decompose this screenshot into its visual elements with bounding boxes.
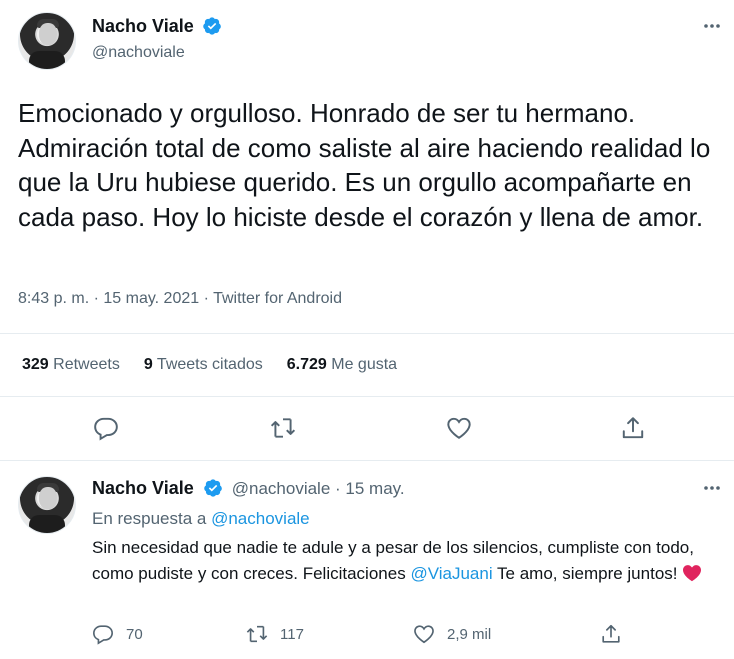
tweet-stats: 329 Retweets 9 Tweets citados 6.729 Me g… (22, 356, 421, 374)
retweets-stat[interactable]: 329 Retweets (22, 356, 120, 374)
quotes-count: 9 (143, 356, 153, 373)
share-icon (602, 624, 620, 643)
divider (0, 460, 734, 461)
retweet-action[interactable]: 117 (246, 623, 304, 645)
red-heart-icon (683, 564, 702, 581)
retweets-label: Retweets (53, 356, 120, 373)
reply-count: 70 (126, 625, 143, 643)
retweet-count: 117 (280, 625, 304, 643)
quotes-label: Tweets citados (156, 356, 263, 373)
reply-handle-date[interactable]: @nachoviale · 15 may. (232, 479, 405, 498)
reply-author-name[interactable]: Nacho Viale (92, 478, 194, 498)
reply-icon (93, 625, 113, 645)
author-avatar[interactable] (18, 12, 76, 70)
retweets-count: 329 (22, 356, 49, 373)
more-options-icon[interactable] (700, 14, 724, 38)
likes-count: 6.729 (286, 356, 327, 373)
reply-text-end: Te amo, siempre juntos! (492, 563, 678, 583)
reply-text: Sin necesidad que nadie te adule y a pes… (92, 535, 722, 586)
like-icon (414, 625, 434, 644)
verified-badge-icon (203, 479, 222, 497)
like-icon[interactable] (446, 415, 472, 441)
reply-author-avatar[interactable] (18, 476, 76, 534)
divider (0, 396, 734, 397)
share-action[interactable] (600, 623, 634, 645)
in-reply-to: En respuesta a @nachoviale (92, 509, 310, 529)
like-action[interactable]: 2,9 mil (413, 623, 491, 645)
in-reply-handle-link[interactable]: @nachoviale (211, 509, 310, 528)
retweet-icon (246, 625, 268, 643)
share-icon[interactable] (620, 415, 646, 441)
author-handle[interactable]: @nachoviale (92, 44, 185, 62)
reply-action[interactable]: 70 (92, 623, 143, 645)
tweet-meta[interactable]: 8:43 p. m. · 15 may. 2021 · Twitter for … (18, 290, 342, 308)
author-name[interactable]: Nacho Viale (92, 16, 194, 36)
like-count: 2,9 mil (447, 625, 492, 643)
in-reply-prefix: En respuesta a (92, 509, 207, 528)
divider (0, 333, 734, 334)
likes-label: Me gusta (331, 356, 398, 373)
mention-link[interactable]: @ViaJuani (410, 564, 492, 583)
reply-more-options-icon[interactable] (700, 476, 724, 500)
likes-stat[interactable]: 6.729 Me gusta (287, 356, 397, 374)
retweet-icon[interactable] (270, 415, 296, 441)
reply-icon[interactable] (93, 415, 119, 441)
quotes-stat[interactable]: 9 Tweets citados (144, 356, 263, 374)
tweet-text: Emocionado y orgulloso. Honrado de ser t… (18, 98, 711, 232)
verified-badge-icon (203, 17, 222, 35)
